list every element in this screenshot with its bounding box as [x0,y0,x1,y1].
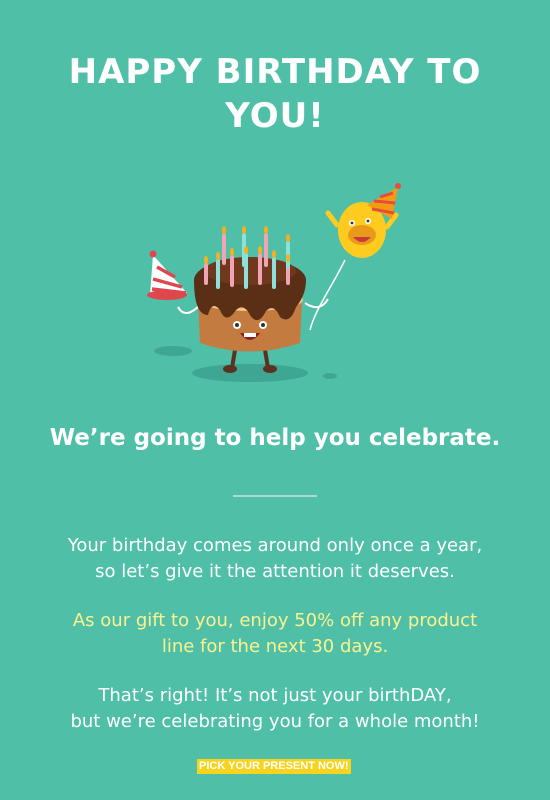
month-paragraph: That’s right! It’s not just your birthDA… [45,683,505,735]
intro-paragraph: Your birthday comes around only once a y… [45,533,505,585]
month-line-2: but we’re celebrating you for a whole mo… [70,711,480,732]
page-title: HAPPY BIRTHDAY TO YOU! [40,50,510,138]
title-line-1: HAPPY BIRTHDAY TO [68,52,482,92]
celebrate-heading: We’re going to help you celebrate. [49,425,501,451]
intro-line-1: Your birthday comes around only once a y… [67,535,483,556]
birthday-cake-illustration [140,175,410,390]
divider [233,495,317,497]
birthday-cake-character-icon [147,183,401,382]
month-line-1: That’s right! It’s not just your birthDA… [98,685,452,706]
intro-line-2: so let’s give it the attention it deserv… [95,561,455,582]
offer-line-1: As our gift to you, enjoy 50% off any pr… [72,610,478,631]
title-line-2: YOU! [225,96,325,136]
offer-line-2: line for the next 30 days. [161,636,389,657]
pick-present-button[interactable]: PICK YOUR PRESENT NOW! [197,759,351,774]
offer-paragraph: As our gift to you, enjoy 50% off any pr… [45,608,505,660]
